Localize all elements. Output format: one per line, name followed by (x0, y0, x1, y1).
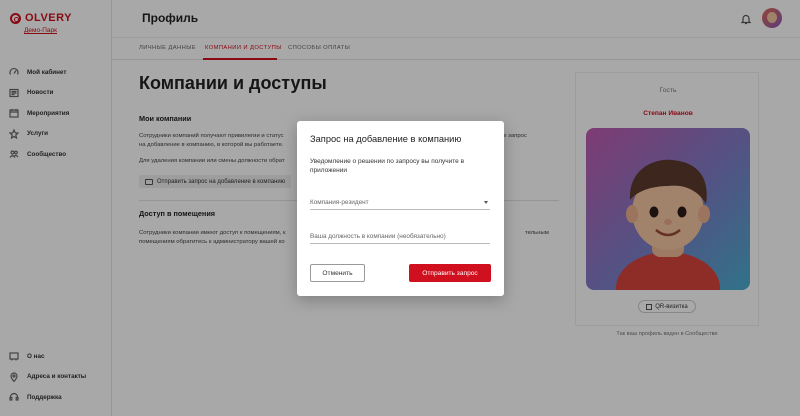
position-input[interactable]: Ваша должность в компании (необязательно… (310, 232, 490, 244)
modal-subtitle: Уведомление о решении по запросу вы полу… (310, 158, 465, 174)
position-input-placeholder: Ваша должность в компании (необязательно… (310, 233, 446, 240)
chevron-down-icon (484, 201, 488, 204)
cancel-button[interactable]: Отменить (310, 264, 365, 282)
company-select[interactable]: Компания-резидент (310, 198, 490, 210)
modal-title: Запрос на добавление в компанию (310, 134, 462, 144)
submit-request-button[interactable]: Отправить запрос (409, 264, 491, 282)
add-to-company-modal: Запрос на добавление в компанию Уведомле… (297, 121, 504, 296)
company-select-placeholder: Компания-резидент (310, 199, 369, 206)
